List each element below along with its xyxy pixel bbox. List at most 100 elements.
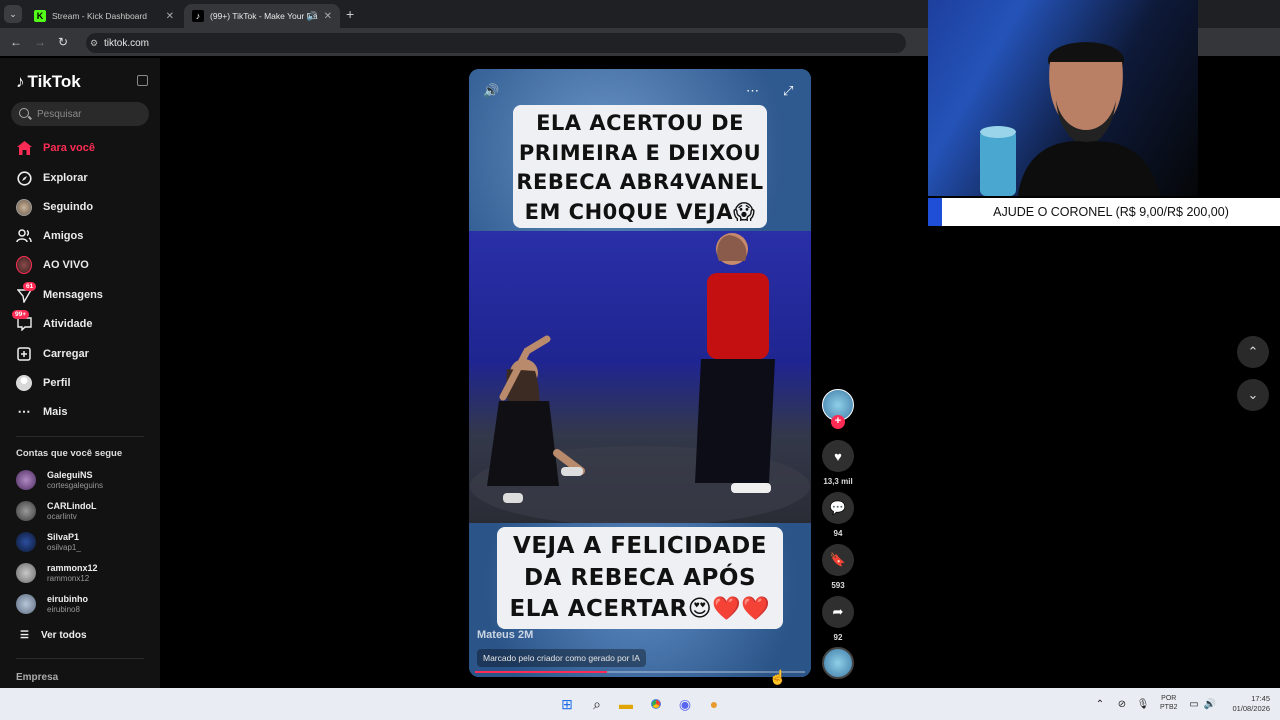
streamer-webcam-image bbox=[980, 42, 1160, 196]
divider bbox=[16, 658, 144, 659]
discord-icon[interactable]: ◉ bbox=[675, 694, 695, 714]
following-account[interactable]: eirubinho eirubino8 bbox=[16, 594, 88, 614]
tab-title: Stream - Kick Dashboard bbox=[52, 11, 147, 21]
tray-overflow-icon[interactable]: ⌃ bbox=[1090, 694, 1110, 714]
fullscreen-icon[interactable]: ⤢ bbox=[783, 83, 793, 99]
live-icon bbox=[16, 256, 32, 274]
like-button[interactable]: ♥ bbox=[822, 440, 854, 472]
account-name: GaleguiNS bbox=[47, 470, 93, 480]
search-input[interactable]: Pesquisar bbox=[11, 102, 149, 126]
new-tab-button[interactable]: + bbox=[346, 6, 354, 22]
profile-avatar-icon bbox=[16, 375, 32, 391]
nav-ao-vivo[interactable]: AO VIVO bbox=[16, 255, 89, 275]
language-indicator[interactable]: POR PTB2 bbox=[1160, 694, 1178, 712]
system-clock[interactable]: 17:45 01/08/2026 bbox=[1230, 694, 1270, 714]
caption-line: EM CH0QUE VEJA😱 bbox=[524, 199, 756, 224]
close-tab-icon[interactable]: ✕ bbox=[324, 11, 332, 22]
nav-atividade[interactable]: 99+ Atividade bbox=[12, 310, 93, 334]
video-author-watermark: Mateus 2M bbox=[477, 629, 534, 641]
account-handle: eirubino8 bbox=[47, 605, 80, 614]
music-disc-icon[interactable] bbox=[822, 647, 854, 679]
caption-line: ELA ACERTOU DE bbox=[536, 111, 744, 135]
nav-seguindo[interactable]: Seguindo bbox=[16, 197, 93, 217]
mouse-cursor-icon: ☝ bbox=[769, 669, 787, 685]
nav-amigos[interactable]: Amigos bbox=[16, 226, 83, 246]
tiktok-logo[interactable]: ♪ TikTok bbox=[16, 72, 81, 92]
nav-perfil[interactable]: Perfil bbox=[16, 373, 71, 393]
app-icon[interactable]: ● bbox=[704, 694, 724, 714]
reload-icon[interactable]: ↻ bbox=[58, 35, 68, 49]
chrome-icon[interactable] bbox=[646, 694, 666, 714]
stage-performers-image bbox=[470, 233, 810, 526]
search-icon bbox=[19, 108, 29, 118]
tiktok-favicon-icon: ♪ bbox=[192, 10, 204, 22]
volume-icon[interactable]: 🔊 bbox=[1200, 694, 1220, 714]
save-button[interactable]: 🔖 bbox=[822, 544, 854, 576]
home-icon bbox=[16, 140, 32, 156]
next-video-button[interactable]: ⌄ bbox=[1237, 379, 1269, 411]
heart-icon: ♥ bbox=[834, 448, 842, 464]
footer-empresa-link[interactable]: Empresa bbox=[16, 672, 58, 683]
network-status-icon[interactable]: ⊘ bbox=[1112, 694, 1132, 714]
following-section-title: Contas que você segue bbox=[16, 448, 123, 459]
account-handle: rammonx12 bbox=[47, 574, 90, 583]
nav-mensagens[interactable]: 61 Mensagens bbox=[16, 282, 103, 305]
browser-tab-kick[interactable]: K Stream - Kick Dashboard ✕ bbox=[26, 4, 182, 28]
progress-fill bbox=[475, 671, 607, 673]
nav-explorar[interactable]: Explorar bbox=[16, 168, 88, 188]
following-account[interactable]: rammonx12 rammonx12 bbox=[16, 563, 98, 583]
search-icon[interactable]: ⌕ bbox=[587, 694, 607, 714]
close-tab-icon[interactable]: ✕ bbox=[166, 11, 174, 22]
comment-icon: 💬 bbox=[829, 500, 847, 515]
more-options-icon[interactable]: ⋯ bbox=[746, 83, 759, 99]
start-menu-icon[interactable]: ⊞ bbox=[557, 694, 577, 714]
share-count: 92 bbox=[833, 633, 843, 642]
following-account[interactable]: SilvaP1 osilvap1_ bbox=[16, 532, 81, 552]
logo-text: TikTok bbox=[27, 72, 81, 91]
collapse-sidebar-icon[interactable] bbox=[137, 75, 148, 86]
compass-icon bbox=[16, 170, 32, 186]
nav-carregar[interactable]: Carregar bbox=[16, 344, 89, 364]
site-info-icon[interactable]: ⚙ bbox=[90, 38, 98, 49]
avatar bbox=[16, 501, 36, 521]
avatar bbox=[16, 470, 36, 490]
browser-tab-tiktok[interactable]: ♪ (99+) TikTok - Make Your Da 🔊 ✕ bbox=[184, 4, 340, 28]
audio-playing-icon[interactable]: 🔊 bbox=[307, 11, 318, 22]
account-handle: ocarlintv bbox=[47, 512, 77, 521]
language-code: POR bbox=[1161, 695, 1177, 702]
nav-para-voce[interactable]: Para você bbox=[16, 138, 95, 158]
caption-line: ELA ACERTAR😍❤️❤️ bbox=[509, 596, 771, 622]
tab-search-icon[interactable]: ⌄ bbox=[4, 5, 22, 23]
comment-button[interactable]: 💬 bbox=[822, 492, 854, 524]
kick-favicon-icon: K bbox=[34, 10, 46, 22]
share-icon: ➦ bbox=[832, 604, 844, 619]
nav-label: Atividade bbox=[43, 318, 93, 330]
url-field[interactable]: ⚙ tiktok.com bbox=[86, 33, 906, 53]
nav-mais[interactable]: ⋯ Mais bbox=[16, 402, 68, 422]
account-name: CARLindoL bbox=[47, 501, 97, 511]
chevron-down-icon: ⌄ bbox=[1247, 387, 1259, 402]
microphone-icon[interactable]: 🎙 bbox=[1133, 694, 1153, 714]
ai-generated-label: Marcado pelo criador como gerado por IA bbox=[477, 649, 646, 667]
file-explorer-icon[interactable]: ▬ bbox=[616, 694, 636, 714]
previous-video-button[interactable]: ⌃ bbox=[1237, 336, 1269, 368]
volume-icon[interactable]: 🔊 bbox=[483, 83, 499, 99]
video-player[interactable]: 🔊 ⋯ ⤢ ELA ACERTOU DE PRIMEIRA E DEIXOU R… bbox=[469, 69, 811, 677]
following-account[interactable]: CARLindoL ocarlintv bbox=[16, 501, 97, 521]
see-all-link[interactable]: ☰ Ver todos bbox=[20, 630, 87, 641]
search-placeholder: Pesquisar bbox=[37, 108, 82, 120]
avatar bbox=[16, 563, 36, 583]
account-name: SilvaP1 bbox=[47, 532, 80, 542]
back-icon[interactable]: ← bbox=[10, 35, 22, 49]
activity-icon: 99+ bbox=[12, 310, 32, 332]
forward-icon[interactable]: → bbox=[34, 35, 46, 49]
nav-label: Mensagens bbox=[43, 289, 103, 301]
send-icon: 61 bbox=[16, 282, 37, 303]
follow-plus-button[interactable]: + bbox=[831, 415, 845, 429]
friends-icon bbox=[16, 228, 32, 244]
windows-taskbar: ⊞ ⌕ ▬ ◉ ● ⌃ ⊘ 🎙 POR PTB2 ▭ 🔊 17:45 01/08… bbox=[0, 688, 1280, 720]
chevron-up-icon: ⌃ bbox=[1247, 344, 1259, 359]
video-progress-bar[interactable] bbox=[475, 671, 805, 673]
following-account[interactable]: GaleguiNS cortesgaleguins bbox=[16, 470, 103, 490]
share-button[interactable]: ➦ bbox=[822, 596, 854, 628]
